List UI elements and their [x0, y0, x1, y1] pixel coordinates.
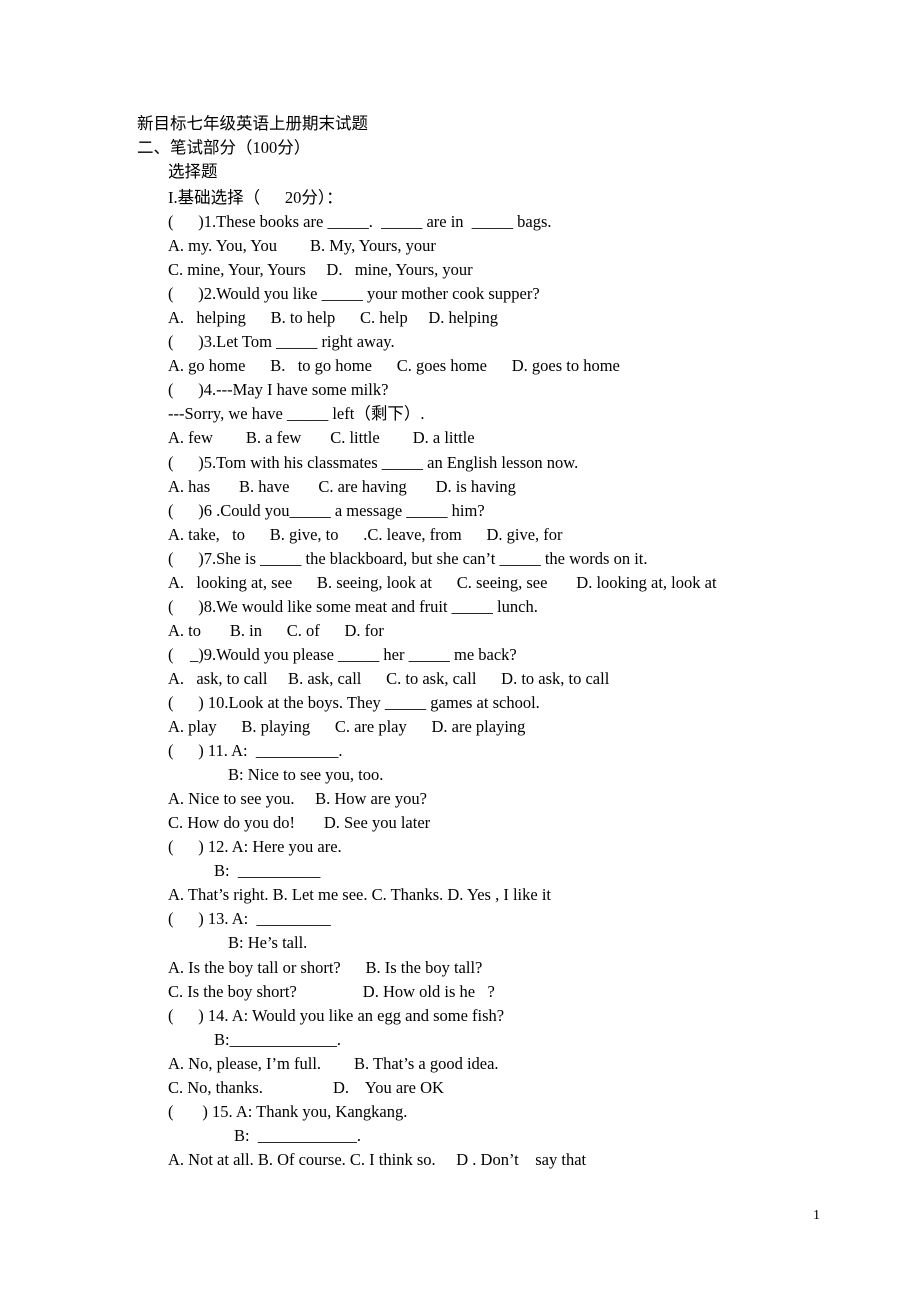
question-option-line: A. my. You, You B. My, Yours, your: [168, 236, 436, 256]
sub-heading: 选择题: [168, 162, 218, 181]
section-heading: 二、笔试部分（100分）: [137, 138, 311, 158]
question-dialogue-reply: B: Nice to see you, too.: [228, 765, 384, 785]
question-stem: ( )7.She is _____ the blackboard, but sh…: [168, 548, 648, 568]
exam-paper-page: 新目标七年级英语上册期末试题 二、笔试部分（100分） 选择题 I.基础选择（ …: [0, 0, 920, 1301]
question-option-line: A. No, please, I’m full. B. That’s a goo…: [168, 1053, 499, 1073]
question-option-line: A. go home B. to go home C. goes home D.…: [168, 356, 620, 376]
question-stem: ( )8.We would like some meat and fruit _…: [168, 596, 538, 616]
question-stem: ( ) 11. A: __________.: [168, 741, 343, 761]
question-option-line: A. has B. have C. are having D. is havin…: [168, 476, 516, 496]
question-option-line: C. How do you do! D. See you later: [168, 813, 431, 833]
question-option-line: A. ask, to call B. ask, call C. to ask, …: [168, 668, 610, 688]
question-stem: ( ) 13. A: _________: [168, 909, 331, 929]
question-stem: ( )3.Let Tom _____ right away.: [168, 332, 395, 352]
page-number: 1: [813, 1208, 820, 1223]
question-stem: ( )5.Tom with his classmates _____ an En…: [168, 452, 579, 472]
question-option-line: C. Is the boy short? D. How old is he ?: [168, 981, 495, 1001]
question-option-line: A. helping B. to help C. help D. helping: [168, 308, 498, 328]
question-stem: ( )1.These books are _____. _____ are in…: [168, 212, 552, 232]
question-stem: ( ) 10.Look at the boys. They _____ game…: [168, 692, 540, 712]
question-option-line: A. Is the boy tall or short? B. Is the b…: [168, 957, 483, 977]
question-option-line: C. No, thanks. D. You are OK: [168, 1077, 444, 1097]
part-heading: I.基础选择（ 20分）：: [168, 188, 343, 207]
question-dialogue-reply: B: He’s tall.: [228, 933, 308, 953]
question-option-line: A. few B. a few C. little D. a little: [168, 428, 475, 448]
question-stem-continuation: ---Sorry, we have _____ left（剩下）.: [168, 404, 425, 424]
question-dialogue-reply: B:_____________.: [214, 1029, 341, 1049]
question-stem: ( ) 15. A: Thank you, Kangkang.: [168, 1101, 408, 1121]
question-option-line: A. Nice to see you. B. How are you?: [168, 789, 427, 809]
question-stem: ( )4.---May I have some milk?: [168, 380, 389, 400]
question-stem: ( ) 12. A: Here you are.: [168, 837, 342, 857]
questions-body: I.基础选择（ 20分）： ( )1.These books are _____…: [168, 186, 913, 1172]
page-title: 新目标七年级英语上册期末试题: [137, 114, 368, 133]
question-stem: ( )6 .Could you_____ a message _____ him…: [168, 500, 485, 520]
question-dialogue-reply: B: __________: [214, 861, 321, 881]
question-option-line: A. take, to B. give, to .C. leave, from …: [168, 524, 563, 544]
question-option-line: A. looking at, see B. seeing, look at C.…: [168, 572, 717, 592]
question-option-line: A. That’s right. B. Let me see. C. Thank…: [168, 885, 551, 905]
document-header: 新目标七年级英语上册期末试题 二、笔试部分（100分）: [137, 112, 877, 160]
question-option-line: A. Not at all. B. Of course. C. I think …: [168, 1149, 587, 1169]
question-stem: ( ) 14. A: Would you like an egg and som…: [168, 1005, 505, 1025]
question-option-line: C. mine, Your, Yours D. mine, Yours, you…: [168, 260, 473, 280]
question-stem: ( )2.Would you like _____ your mother co…: [168, 284, 540, 304]
sub-heading-block: 选择题: [168, 160, 908, 184]
question-stem: ( _)9.Would you please _____ her _____ m…: [168, 644, 517, 664]
question-option-line: A. to B. in C. of D. for: [168, 620, 384, 640]
question-option-line: A. play B. playing C. are play D. are pl…: [168, 717, 526, 737]
question-dialogue-reply: B: ____________.: [234, 1125, 361, 1145]
